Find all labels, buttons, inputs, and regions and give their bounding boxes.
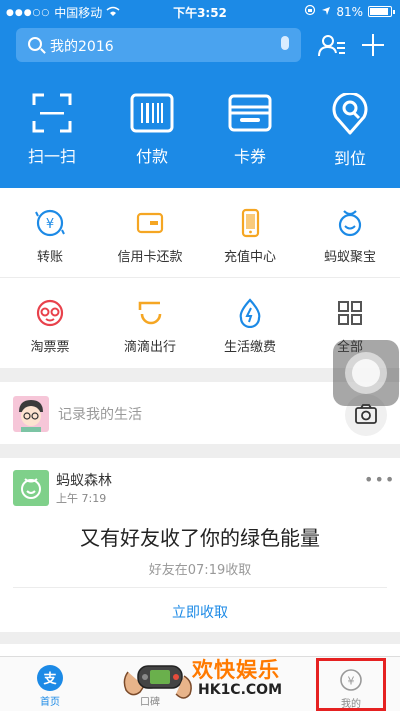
svg-text:¥: ¥ (348, 675, 355, 688)
ant-fortune-icon (338, 210, 362, 237)
status-bar: ●●●○○ 中国移动 下午3:52 81% (0, 0, 400, 22)
service-topup[interactable]: 充值中心 (200, 208, 300, 265)
feed-source: 蚂蚁森林 (56, 473, 112, 489)
tab-me[interactable]: ¥ 我的 (316, 658, 386, 711)
header-area: ●●●○○ 中国移动 下午3:52 81% 我的2016 扫一扫 付款 卡券 到… (0, 0, 400, 188)
service-credit-card-label: 信用卡还款 (117, 250, 183, 265)
service-movie-tickets-label: 淘票票 (30, 340, 70, 355)
location-arrow-icon (321, 5, 331, 19)
tab-me-label: 我的 (341, 699, 361, 710)
wallet-icon (228, 94, 272, 132)
service-ant-fortune-label: 蚂蚁聚宝 (323, 250, 376, 265)
barcode-icon (130, 93, 174, 133)
scan-label: 扫一扫 (27, 147, 76, 166)
service-topup-label: 充值中心 (223, 250, 276, 265)
pay-label: 付款 (135, 147, 168, 166)
cards-label: 卡券 (233, 147, 266, 166)
assistive-touch-button[interactable] (333, 340, 399, 406)
service-utility-label: 生活缴费 (223, 340, 276, 355)
service-movie-tickets[interactable]: 淘票票 (0, 298, 100, 355)
yuan-icon: ¥ (338, 667, 364, 693)
scan-icon (32, 93, 72, 133)
service-didi-label: 滴滴出行 (123, 340, 176, 355)
pay-button[interactable]: 付款 (102, 93, 202, 173)
scan-button[interactable]: 扫一扫 (2, 93, 102, 173)
feed-subtitle: 好友在07:19收取 (148, 563, 252, 578)
service-didi[interactable]: 滴滴出行 (100, 298, 200, 355)
battery-icon (368, 6, 395, 17)
search-bar[interactable]: 我的2016 (16, 28, 301, 62)
divider (13, 587, 387, 588)
avatar[interactable] (13, 396, 49, 432)
tab-home[interactable]: 支 首页 (0, 657, 100, 711)
life-record-text: 记录我的生活 (58, 407, 142, 423)
contacts-icon[interactable] (318, 32, 346, 60)
movie-ticket-icon (36, 299, 64, 327)
orientation-lock-icon (304, 4, 316, 19)
svg-text:支: 支 (42, 671, 57, 687)
gamepad-hand-icon (123, 665, 192, 699)
utility-payment-icon (239, 298, 261, 328)
feed-card: 蚂蚁森林 上午 7:19 ••• 又有好友收了你的绿色能量 好友在07:19收取… (0, 458, 400, 632)
add-icon[interactable] (362, 34, 384, 56)
didi-icon (138, 301, 162, 325)
svg-text:¥: ¥ (46, 217, 54, 232)
phone-topup-icon (241, 208, 260, 238)
arrive-label: 到位 (333, 149, 366, 168)
watermark-line1: 欢快娱乐 (192, 658, 280, 682)
transfer-icon: ¥ (35, 209, 65, 237)
alipay-home-screen: ●●●○○ 中国移动 下午3:52 81% 我的2016 扫一扫 付款 卡券 到… (0, 0, 400, 711)
watermark: 欢快娱乐 HK1C.COM (120, 652, 290, 710)
search-placeholder: 我的2016 (50, 39, 114, 55)
search-icon (28, 37, 42, 51)
watermark-line2: HK1C.COM (198, 682, 283, 698)
collect-now-button[interactable]: 立即收取 (0, 602, 400, 622)
arrive-button[interactable]: 到位 (300, 93, 400, 173)
service-transfer[interactable]: ¥ 转账 (0, 208, 100, 265)
microphone-icon[interactable] (281, 36, 289, 50)
credit-card-icon (136, 212, 164, 234)
ant-forest-logo (13, 470, 49, 506)
more-options-icon[interactable]: ••• (364, 470, 395, 489)
feed-time: 上午 7:19 (56, 492, 107, 505)
service-credit-card[interactable]: 信用卡还款 (100, 208, 200, 265)
battery-percent: 81% (336, 4, 363, 19)
cards-button[interactable]: 卡券 (200, 93, 300, 173)
home-icon: 支 (37, 665, 63, 691)
service-ant-fortune[interactable]: 蚂蚁聚宝 (300, 208, 400, 265)
feed-headline: 又有好友收了你的绿色能量 (80, 526, 320, 550)
service-utility[interactable]: 生活缴费 (200, 298, 300, 355)
grid-all-icon (338, 301, 362, 325)
service-transfer-label: 转账 (36, 250, 63, 265)
location-icon (332, 93, 368, 135)
tab-home-label: 首页 (40, 697, 60, 708)
